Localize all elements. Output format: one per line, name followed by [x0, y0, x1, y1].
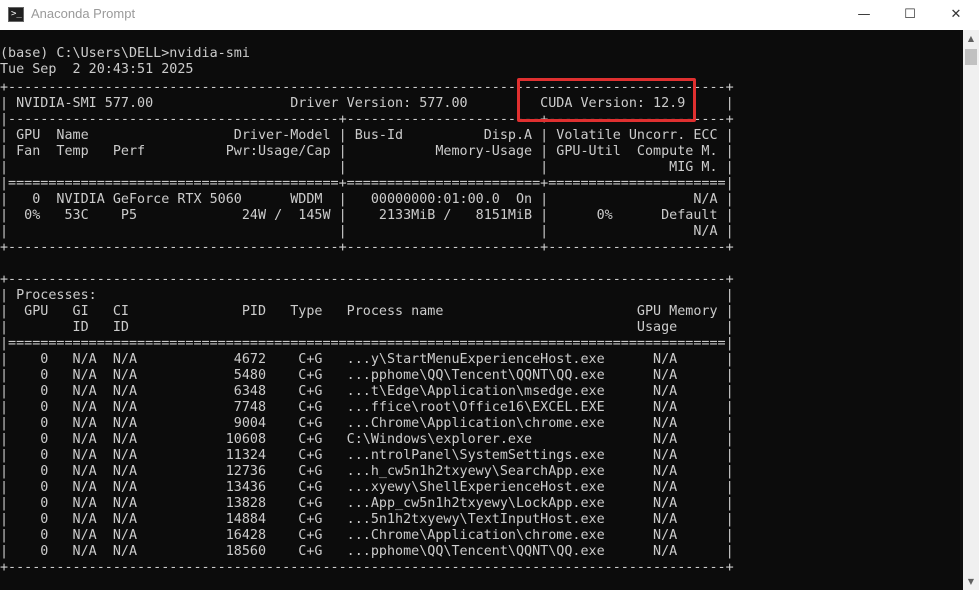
scrollbar-thumb[interactable] — [965, 49, 977, 65]
console-line: |=======================================… — [0, 176, 734, 191]
vertical-scrollbar[interactable]: ▲ ▼ — [963, 30, 979, 590]
console-line: Tue Sep 2 20:43:51 2025 — [0, 62, 194, 77]
terminal-prompt-glyph: >_ — [11, 9, 22, 19]
title-bar[interactable]: >_ Anaconda Prompt — ☐ ✕ — [0, 0, 979, 30]
minimize-button[interactable]: — — [841, 0, 887, 30]
console-output[interactable]: (base) C:\Users\DELL>nvidia-smi Tue Sep … — [0, 30, 963, 590]
terminal-window: >_ Anaconda Prompt — ☐ ✕ (base) C:\Users… — [0, 0, 979, 590]
close-button[interactable]: ✕ — [933, 0, 979, 30]
console-line: | 0 N/A N/A 13828 C+G ...App_cw5n1h2txye… — [0, 496, 734, 511]
console-line: | ID ID Usage | — [0, 320, 734, 335]
console-line: | GPU Name Driver-Model | Bus-Id Disp.A … — [0, 128, 734, 143]
console-line: | 0% 53C P5 24W / 145W | 2133MiB / 8151M… — [0, 208, 734, 223]
console-line: (base) C:\Users\DELL>nvidia-smi — [0, 46, 250, 61]
cuda-version-highlight-box — [517, 78, 696, 122]
console-line: | 0 N/A N/A 6348 C+G ...t\Edge\Applicati… — [0, 384, 734, 399]
terminal-app-icon: >_ — [8, 7, 24, 22]
console-line: | 0 N/A N/A 4672 C+G ...y\StartMenuExper… — [0, 352, 734, 367]
console-line: | 0 N/A N/A 12736 C+G ...h_cw5n1h2txyewy… — [0, 464, 734, 479]
scroll-down-arrow-icon[interactable]: ▼ — [963, 573, 979, 590]
window-title: Anaconda Prompt — [31, 6, 136, 21]
console-line: | 0 N/A N/A 10608 C+G C:\Windows\explore… — [0, 432, 734, 447]
console-line: | | | N/A | — [0, 224, 734, 239]
console-line: | 0 N/A N/A 11324 C+G ...ntrolPanel\Syst… — [0, 448, 734, 463]
console-line: | 0 N/A N/A 9004 C+G ...Chrome\Applicati… — [0, 416, 734, 431]
console-line: +---------------------------------------… — [0, 240, 734, 255]
console-line: | 0 N/A N/A 18560 C+G ...pphome\QQ\Tence… — [0, 544, 734, 559]
console-line: | 0 NVIDIA GeForce RTX 5060 WDDM | 00000… — [0, 192, 734, 207]
console-line: | 0 N/A N/A 5480 C+G ...pphome\QQ\Tencen… — [0, 368, 734, 383]
console-line: | Fan Temp Perf Pwr:Usage/Cap | Memory-U… — [0, 144, 734, 159]
console-line: |=======================================… — [0, 336, 734, 351]
console-line: | 0 N/A N/A 13436 C+G ...xyewy\ShellExpe… — [0, 480, 734, 495]
console-line: | 0 N/A N/A 7748 C+G ...ffice\root\Offic… — [0, 400, 734, 415]
scroll-up-arrow-icon[interactable]: ▲ — [963, 30, 979, 47]
console-line: | 0 N/A N/A 16428 C+G ...Chrome\Applicat… — [0, 528, 734, 543]
console-line: | GPU GI CI PID Type Process name GPU Me… — [0, 304, 734, 319]
console-line: +---------------------------------------… — [0, 272, 734, 287]
console-line: +---------------------------------------… — [0, 560, 734, 575]
console-line: | 0 N/A N/A 14884 C+G ...5n1h2txyewy\Tex… — [0, 512, 734, 527]
console-line: | | | MIG M. | — [0, 160, 734, 175]
maximize-button[interactable]: ☐ — [887, 0, 933, 30]
console-line: | Processes: | — [0, 288, 734, 303]
